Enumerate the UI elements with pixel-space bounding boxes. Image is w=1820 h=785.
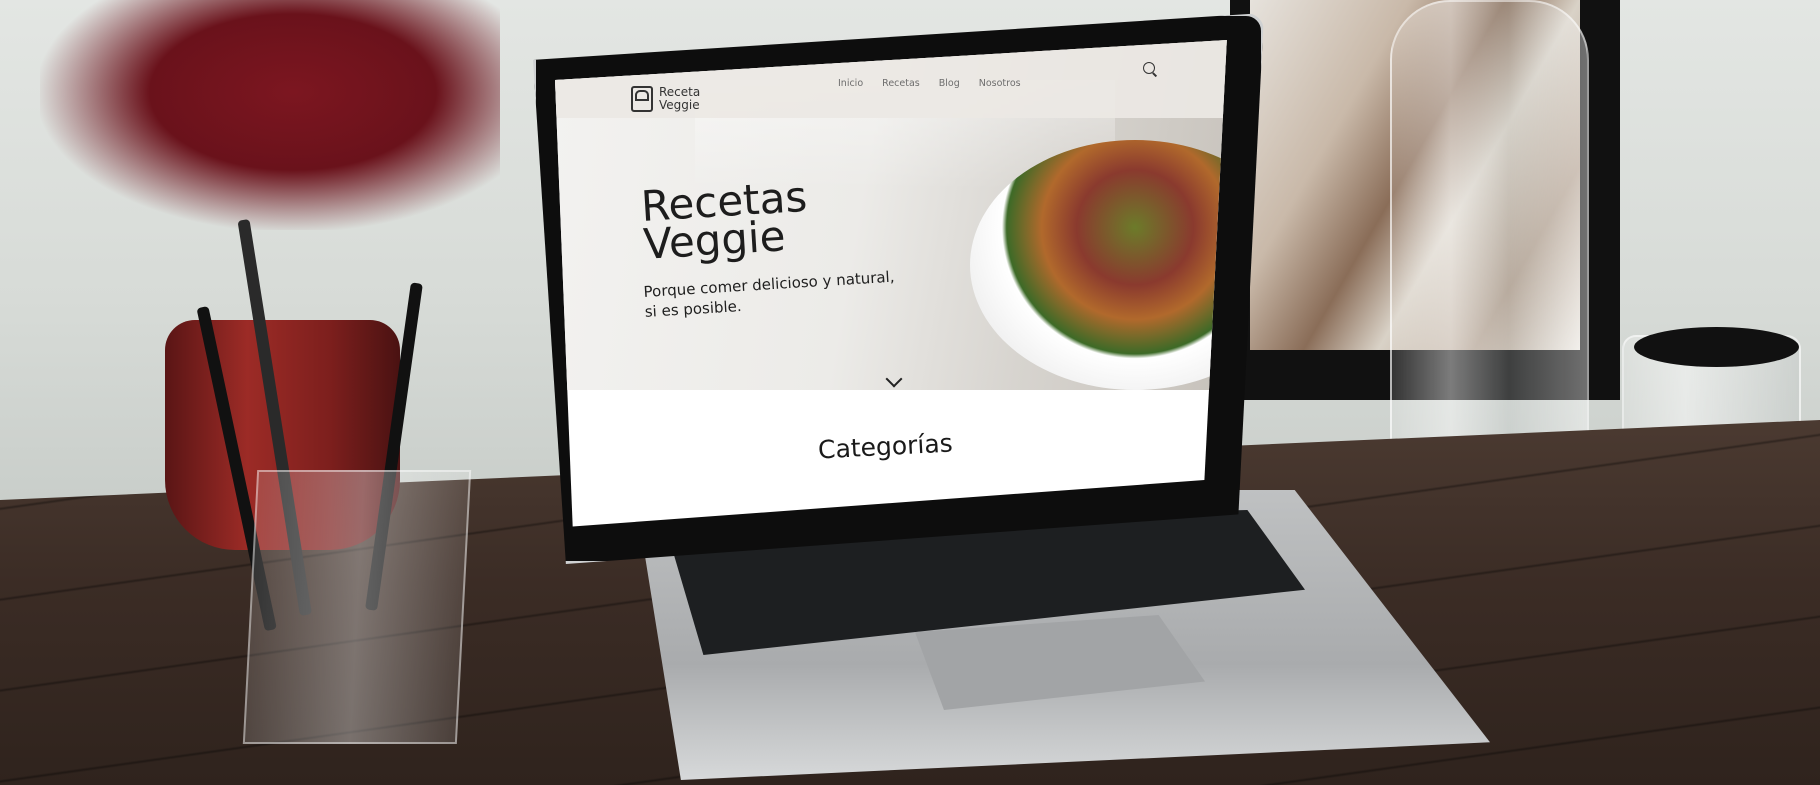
website-page: Receta Veggie Inicio Recetas Blog Nosotr… xyxy=(555,40,1227,527)
laptop-screen: Receta Veggie Inicio Recetas Blog Nosotr… xyxy=(555,40,1227,527)
red-plant-foliage xyxy=(40,0,500,230)
pencil-cup xyxy=(242,470,472,744)
nav-link-blog[interactable]: Blog xyxy=(939,78,960,89)
categories-heading: Categorías xyxy=(817,428,954,465)
glass-bottle xyxy=(1390,0,1589,494)
chef-hat-icon xyxy=(631,86,653,112)
logo-text: Receta Veggie xyxy=(659,86,700,112)
nav-link-nosotros[interactable]: Nosotros xyxy=(979,78,1021,89)
site-logo[interactable]: Receta Veggie xyxy=(631,86,700,112)
hero-title-line-2: Veggie xyxy=(641,211,787,269)
nav-link-recetas[interactable]: Recetas xyxy=(882,78,920,89)
nav-links: Inicio Recetas Blog Nosotros xyxy=(838,78,1021,89)
logo-line-2: Veggie xyxy=(659,98,700,112)
jar-lid xyxy=(1634,327,1799,367)
search-icon[interactable] xyxy=(1143,62,1155,74)
nav-link-inicio[interactable]: Inicio xyxy=(838,78,863,89)
hero-title: Recetas Veggie xyxy=(640,172,810,269)
